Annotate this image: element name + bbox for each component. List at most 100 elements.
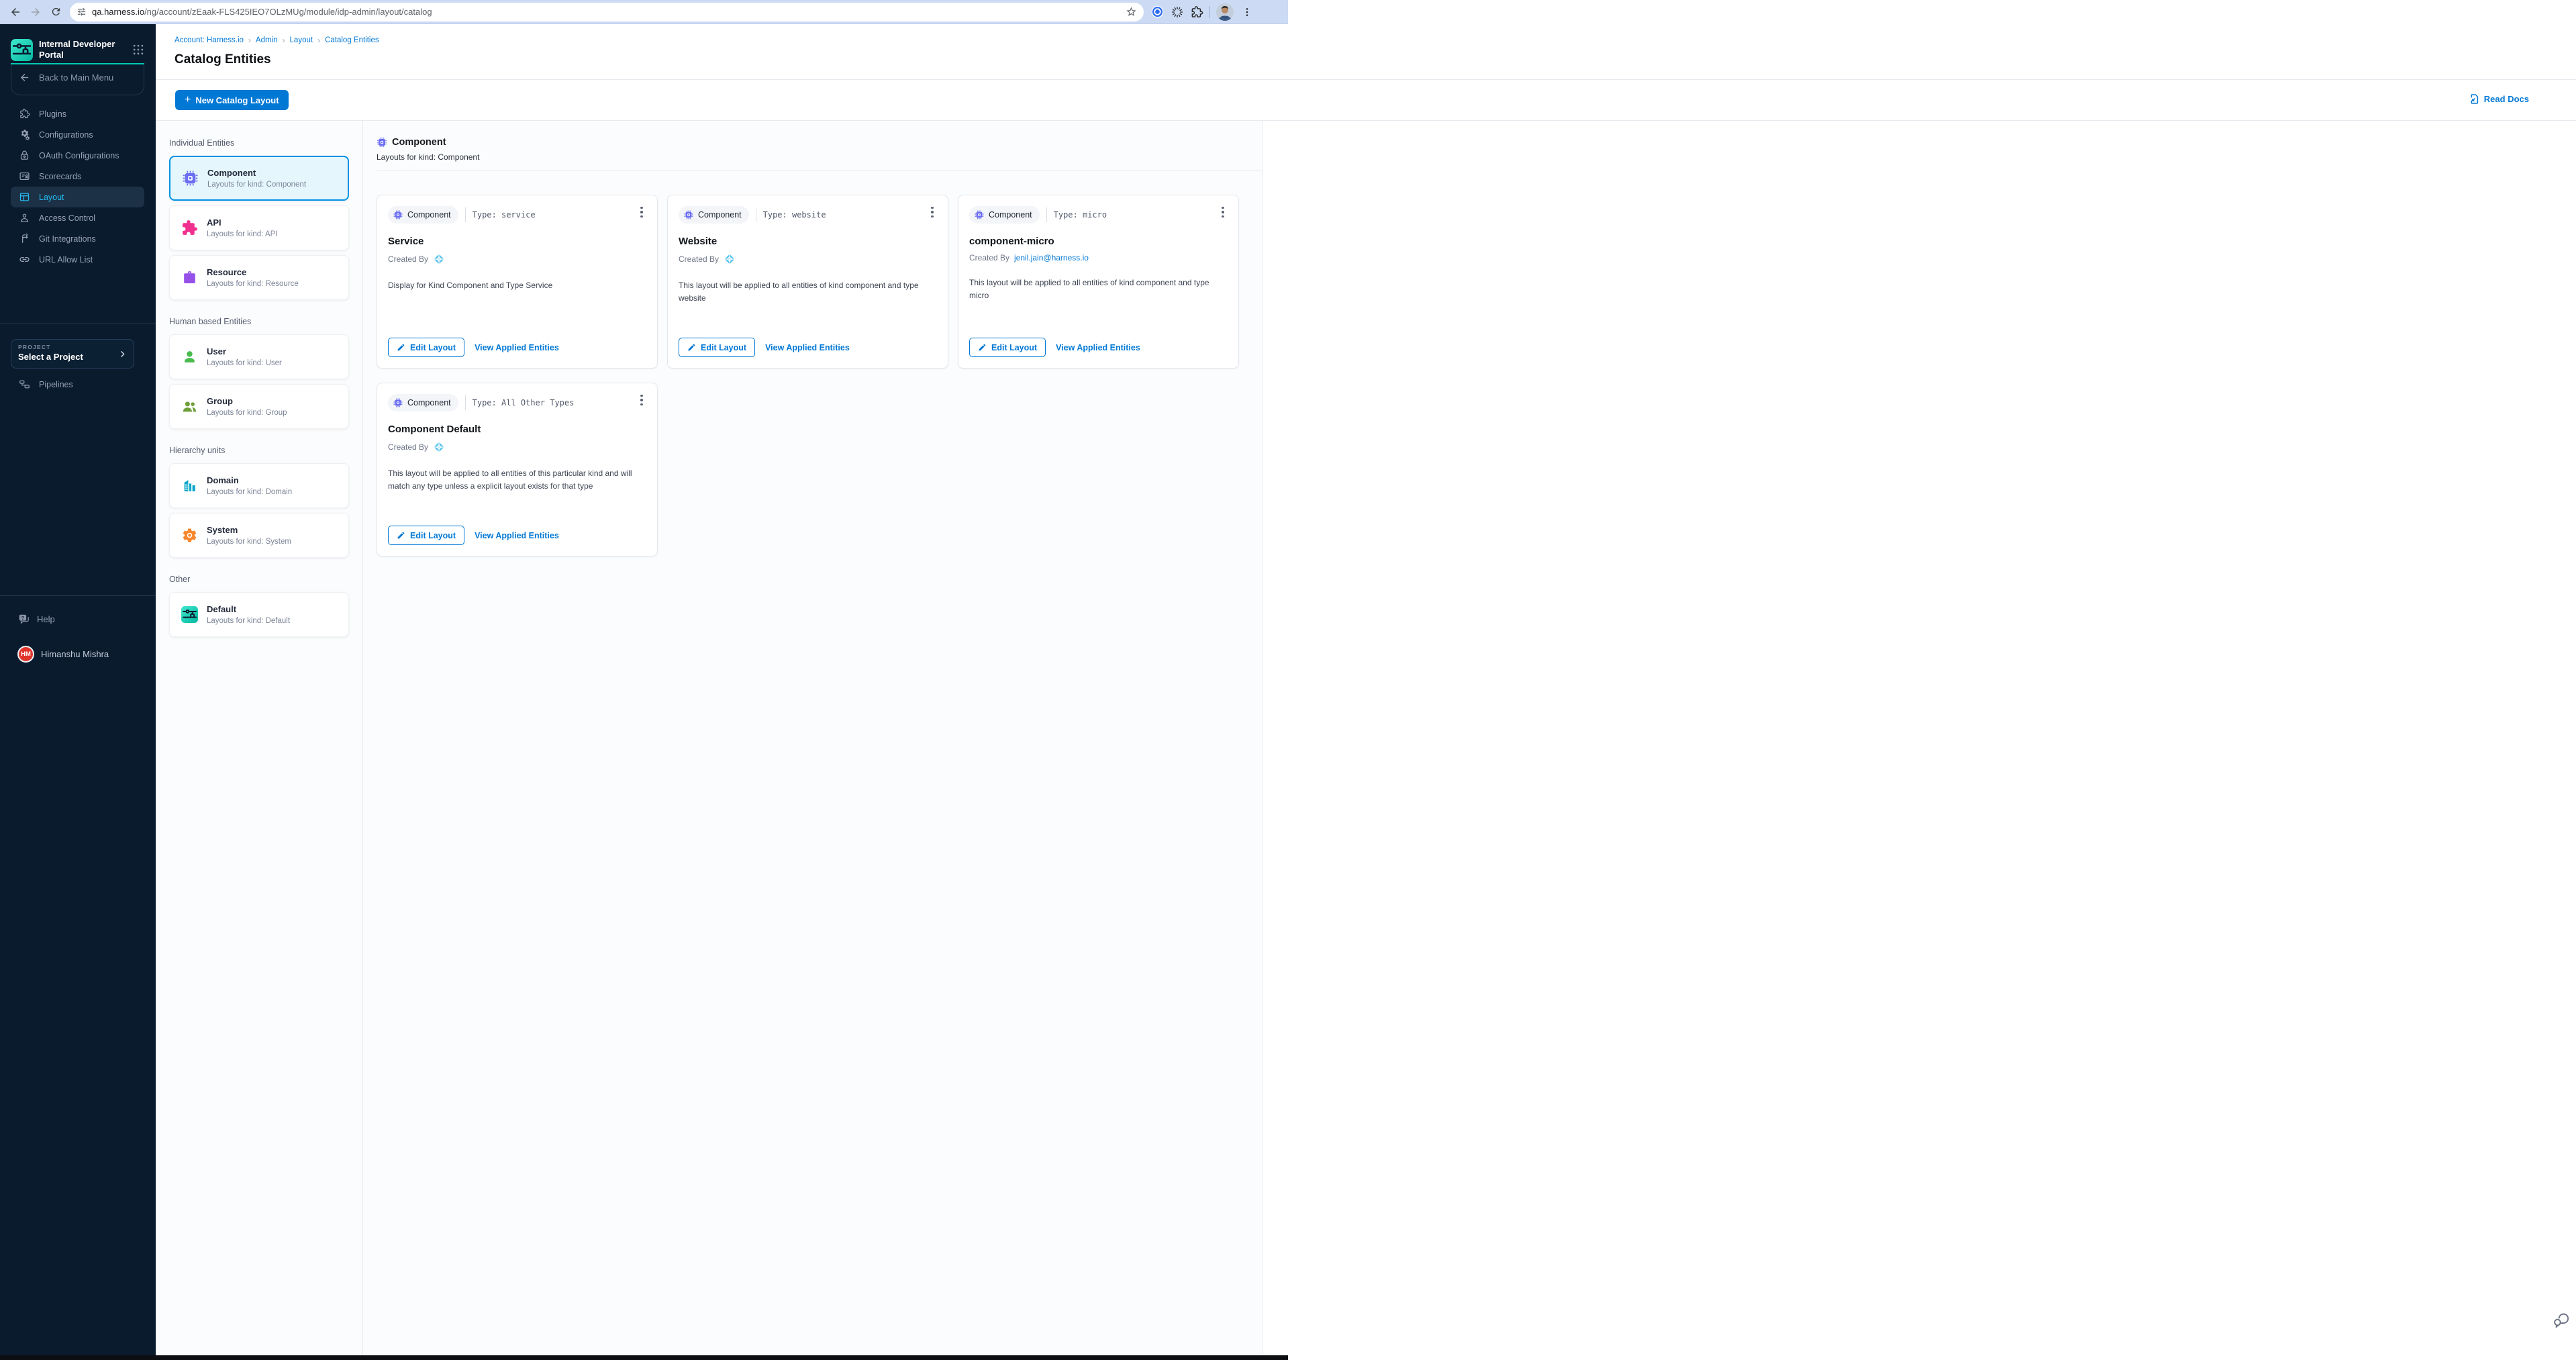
- chip-icon: [377, 137, 387, 148]
- extensions-puzzle-icon[interactable]: [1190, 5, 1203, 19]
- sidebar-item-configurations[interactable]: Configurations: [11, 124, 144, 145]
- link-icon: [19, 254, 30, 265]
- created-by-label: Created By: [388, 442, 428, 452]
- page-title: Catalog Entities: [175, 52, 271, 67]
- view-applied-entities-link[interactable]: View Applied Entities: [475, 343, 559, 352]
- created-by-label: Created By: [679, 254, 719, 264]
- view-applied-entities-link[interactable]: View Applied Entities: [1056, 343, 1140, 352]
- entity-kind-card-resource[interactable]: Resource Layouts for kind: Resource: [169, 255, 349, 300]
- kind-badge-label: Component: [989, 210, 1032, 220]
- sidebar-item-scorecards[interactable]: Scorecards: [11, 166, 144, 187]
- tune-icon[interactable]: [77, 7, 87, 17]
- view-applied-entities-link[interactable]: View Applied Entities: [475, 531, 559, 540]
- creator-link[interactable]: jenil.jain@harness.io: [1014, 253, 1089, 262]
- badge-separator: [465, 207, 466, 222]
- entity-kind-name: API: [207, 217, 277, 228]
- loading-extension-icon[interactable]: [1171, 5, 1184, 19]
- entity-kind-card-default[interactable]: Default Layouts for kind: Default: [169, 592, 349, 637]
- breadcrumb-layout[interactable]: Layout: [290, 36, 313, 44]
- chip-icon: [393, 210, 403, 220]
- gear-icon: [181, 527, 198, 544]
- read-docs-link[interactable]: Read Docs: [2469, 93, 2529, 105]
- lock-icon: [19, 150, 30, 161]
- sidebar-item-pipelines[interactable]: Pipelines: [11, 374, 144, 395]
- edit-layout-label: Edit Layout: [991, 343, 1037, 352]
- page-header: Account: Harness.io › Admin › Layout › C…: [156, 24, 2576, 79]
- user-menu[interactable]: HM Himanshu Mishra: [17, 646, 109, 663]
- edit-layout-label: Edit Layout: [701, 343, 746, 352]
- sidebar-item-layout[interactable]: Layout: [11, 187, 144, 207]
- puzzle-icon: [181, 220, 198, 236]
- entity-kind-desc: Layouts for kind: API: [207, 230, 277, 238]
- branch-icon: [19, 233, 30, 244]
- sidebar-item-label: Layout: [39, 193, 64, 202]
- edit-layout-button[interactable]: Edit Layout: [388, 338, 464, 357]
- type-label: Type: micro: [1054, 210, 1107, 220]
- project-selector[interactable]: PROJECT Select a Project: [11, 339, 134, 369]
- entity-kind-card-group[interactable]: Group Layouts for kind: Group: [169, 384, 349, 429]
- pencil-icon: [397, 531, 405, 540]
- entity-kind-card-api[interactable]: API Layouts for kind: API: [169, 205, 349, 250]
- layout-title: component-micro: [969, 236, 1228, 247]
- breadcrumb-catalog-entities[interactable]: Catalog Entities: [325, 36, 379, 44]
- screen-bottom-strip: [0, 1355, 1288, 1360]
- section-label-hierarchy-units: Hierarchy units: [169, 446, 349, 455]
- browser-forward-button[interactable]: [26, 2, 46, 22]
- edit-layout-button[interactable]: Edit Layout: [679, 338, 755, 357]
- scorecard-icon: [19, 171, 30, 182]
- briefcase-icon: [181, 269, 198, 286]
- browser-back-button[interactable]: [5, 2, 26, 22]
- browser-reload-button[interactable]: [46, 2, 66, 22]
- chevron-right-icon: [118, 350, 127, 358]
- app-grid-icon[interactable]: [132, 43, 145, 56]
- sidebar-item-oauth-configurations[interactable]: OAuth Configurations: [11, 145, 144, 166]
- entity-kind-card-component[interactable]: Component Layouts for kind: Component: [169, 156, 349, 201]
- edit-layout-label: Edit Layout: [410, 531, 456, 540]
- doc-arrow-icon: [2469, 93, 2480, 105]
- back-label: Back to Main Menu: [39, 72, 113, 83]
- support-chat-button[interactable]: [2552, 1311, 2570, 1332]
- url-text[interactable]: qa.harness.io/ng/account/zEaak-FLS425IEO…: [92, 7, 1126, 17]
- section-label-human-based-entities: Human based Entities: [169, 317, 349, 326]
- user-icon: [181, 348, 198, 365]
- sidebar-item-url-allow-list[interactable]: URL Allow List: [11, 249, 144, 270]
- view-applied-entities-link[interactable]: View Applied Entities: [765, 343, 850, 352]
- sidebar-item-label: Plugins: [39, 109, 66, 119]
- card-menu-button[interactable]: [1216, 203, 1230, 221]
- toolbar-separator: [1209, 6, 1210, 18]
- layout-title: Service: [388, 236, 646, 247]
- sidebar-item-access-control[interactable]: Access Control: [11, 207, 144, 228]
- card-menu-button[interactable]: [634, 391, 649, 409]
- group-icon: [181, 398, 198, 415]
- breadcrumb-separator: ›: [248, 36, 251, 45]
- user-name: Himanshu Mishra: [41, 649, 109, 659]
- new-catalog-layout-button[interactable]: + New Catalog Layout: [175, 90, 289, 110]
- kebab-menu-icon: [1242, 7, 1252, 17]
- panel-divider: [362, 121, 363, 1355]
- breadcrumb-admin[interactable]: Admin: [256, 36, 278, 44]
- edit-layout-button[interactable]: Edit Layout: [969, 338, 1046, 357]
- onepassword-extension-icon[interactable]: [1150, 5, 1165, 19]
- card-menu-button[interactable]: [634, 203, 649, 221]
- back-to-main-menu[interactable]: Back to Main Menu: [19, 72, 113, 83]
- address-bar[interactable]: qa.harness.io/ng/account/zEaak-FLS425IEO…: [70, 3, 1144, 21]
- edit-layout-button[interactable]: Edit Layout: [388, 526, 464, 545]
- arrow-left-icon: [19, 72, 30, 83]
- browser-profile-avatar[interactable]: [1216, 3, 1234, 21]
- layout-cards-grid: Component Type: service Service Created …: [377, 195, 1262, 556]
- card-menu-button[interactable]: [925, 203, 940, 221]
- sidebar-item-plugins[interactable]: Plugins: [11, 103, 144, 124]
- sidebar-item-git-integrations[interactable]: Git Integrations: [11, 228, 144, 249]
- bookmark-star-icon[interactable]: [1126, 6, 1137, 17]
- layout-icon: [19, 191, 30, 203]
- entity-kind-name: Resource: [207, 267, 299, 277]
- breadcrumb-account[interactable]: Account: Harness.io: [175, 36, 244, 44]
- kind-badge: Component: [388, 394, 458, 411]
- sidebar-item-label: Git Integrations: [39, 234, 96, 244]
- help-button[interactable]: ? Help: [17, 613, 55, 626]
- browser-menu-button[interactable]: [1240, 2, 1254, 22]
- entity-kind-card-system[interactable]: System Layouts for kind: System: [169, 513, 349, 558]
- entity-kind-card-user[interactable]: User Layouts for kind: User: [169, 334, 349, 379]
- entity-kind-card-domain[interactable]: Domain Layouts for kind: Domain: [169, 463, 349, 508]
- layout-description: This layout will be applied to all entit…: [969, 277, 1219, 301]
